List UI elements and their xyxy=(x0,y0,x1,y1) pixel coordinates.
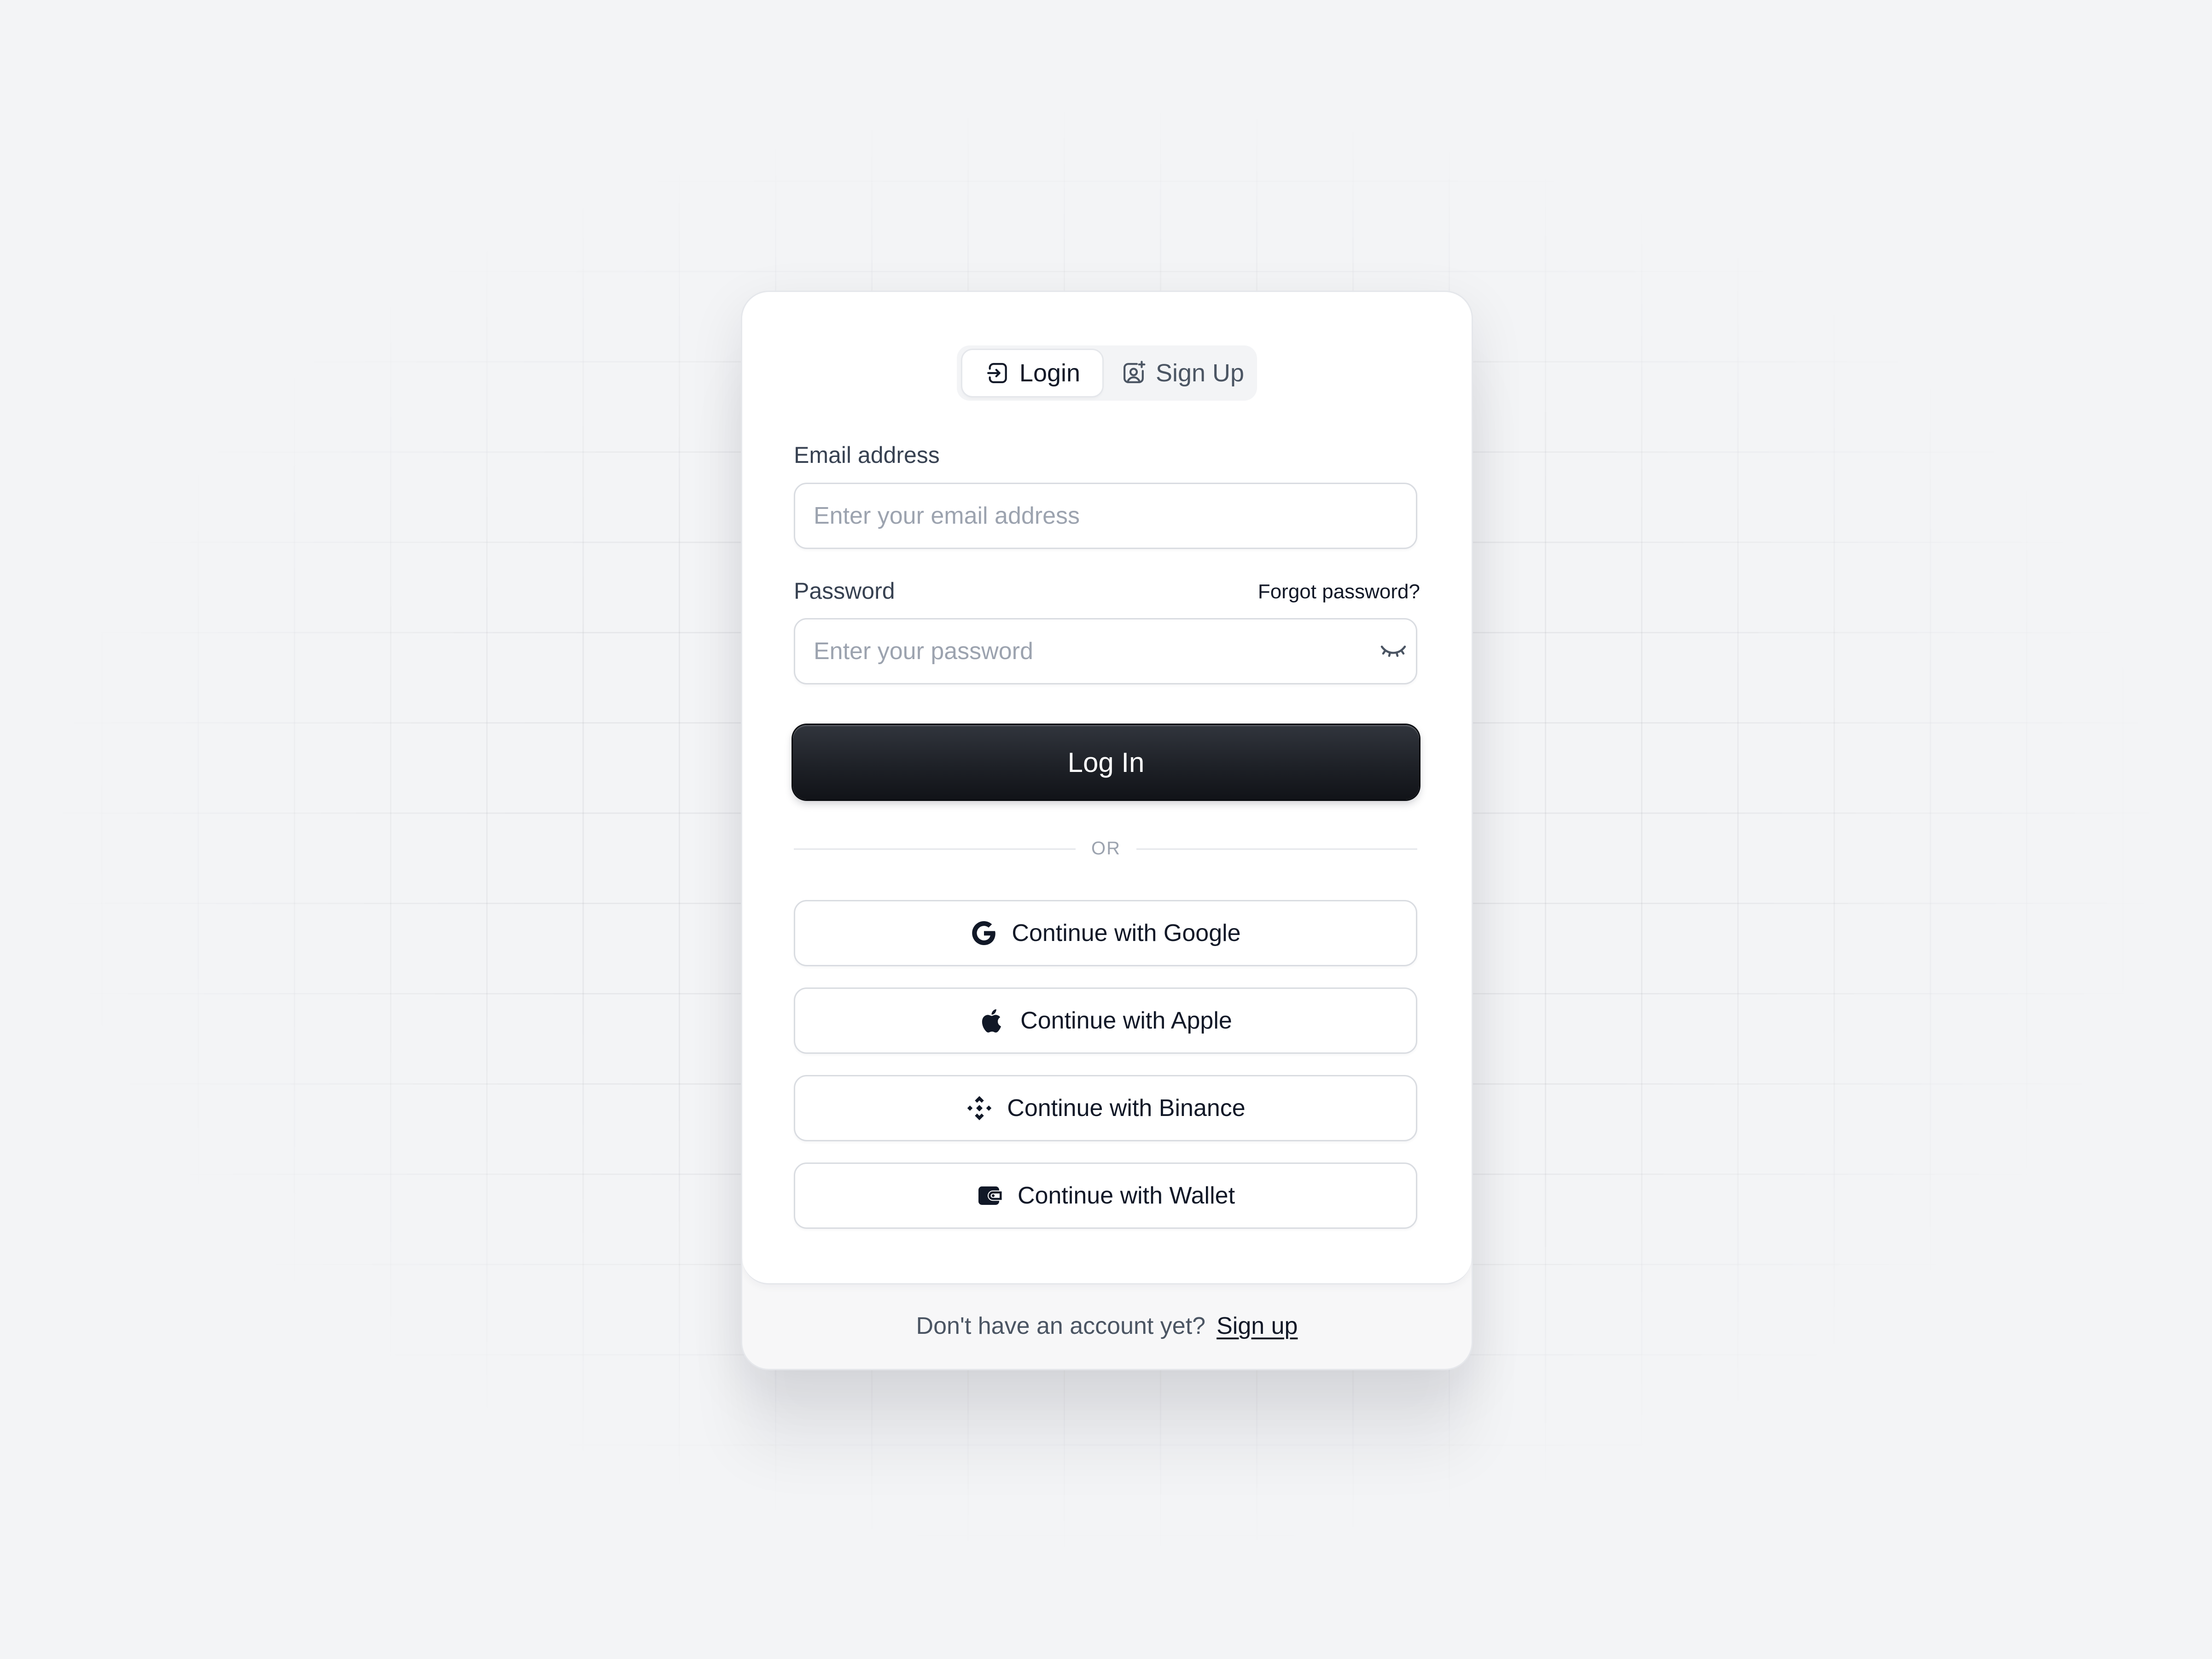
password-label: Password xyxy=(794,578,895,604)
signup-link[interactable]: Sign up xyxy=(1217,1312,1298,1340)
auth-tabs: Login Sign Up xyxy=(957,345,1257,401)
eye-closed-icon[interactable] xyxy=(1380,641,1407,662)
divider-line-left xyxy=(794,848,1076,850)
binance-icon xyxy=(967,1096,992,1121)
wallet-icon xyxy=(978,1186,1002,1205)
auth-card: Login Sign Up Email address Password For… xyxy=(742,292,1472,1369)
apple-icon xyxy=(982,1009,1001,1033)
wallet-login-button[interactable]: Continue with Wallet xyxy=(794,1162,1417,1229)
email-field[interactable] xyxy=(794,483,1417,549)
tab-signup-label: Sign Up xyxy=(1155,359,1245,387)
apple-login-button[interactable]: Continue with Apple xyxy=(794,987,1417,1054)
user-add-icon xyxy=(1123,361,1146,383)
binance-login-button[interactable]: Continue with Binance xyxy=(794,1075,1417,1141)
tab-login[interactable]: Login xyxy=(962,350,1102,396)
google-icon xyxy=(972,921,996,945)
divider-line-right xyxy=(1136,848,1417,850)
google-login-button[interactable]: Continue with Google xyxy=(794,900,1417,966)
forgot-password-link[interactable]: Forgot password? xyxy=(1258,580,1420,603)
tab-login-label: Login xyxy=(1019,359,1081,387)
auth-footer: Don't have an account yet? Sign up xyxy=(742,1283,1472,1369)
password-field[interactable] xyxy=(794,618,1417,684)
wallet-login-label: Continue with Wallet xyxy=(1017,1182,1235,1209)
binance-login-label: Continue with Binance xyxy=(1007,1095,1246,1122)
google-login-label: Continue with Google xyxy=(1012,920,1241,946)
apple-login-label: Continue with Apple xyxy=(1020,1007,1232,1034)
login-button[interactable]: Log In xyxy=(793,725,1419,800)
divider-or: OR xyxy=(1091,838,1121,859)
footer-text: Don't have an account yet? xyxy=(916,1313,1206,1339)
auth-card-body: Login Sign Up Email address Password For… xyxy=(742,292,1472,1285)
tab-signup[interactable]: Sign Up xyxy=(1113,350,1252,396)
email-label: Email address xyxy=(794,442,940,468)
login-icon xyxy=(987,363,1007,383)
